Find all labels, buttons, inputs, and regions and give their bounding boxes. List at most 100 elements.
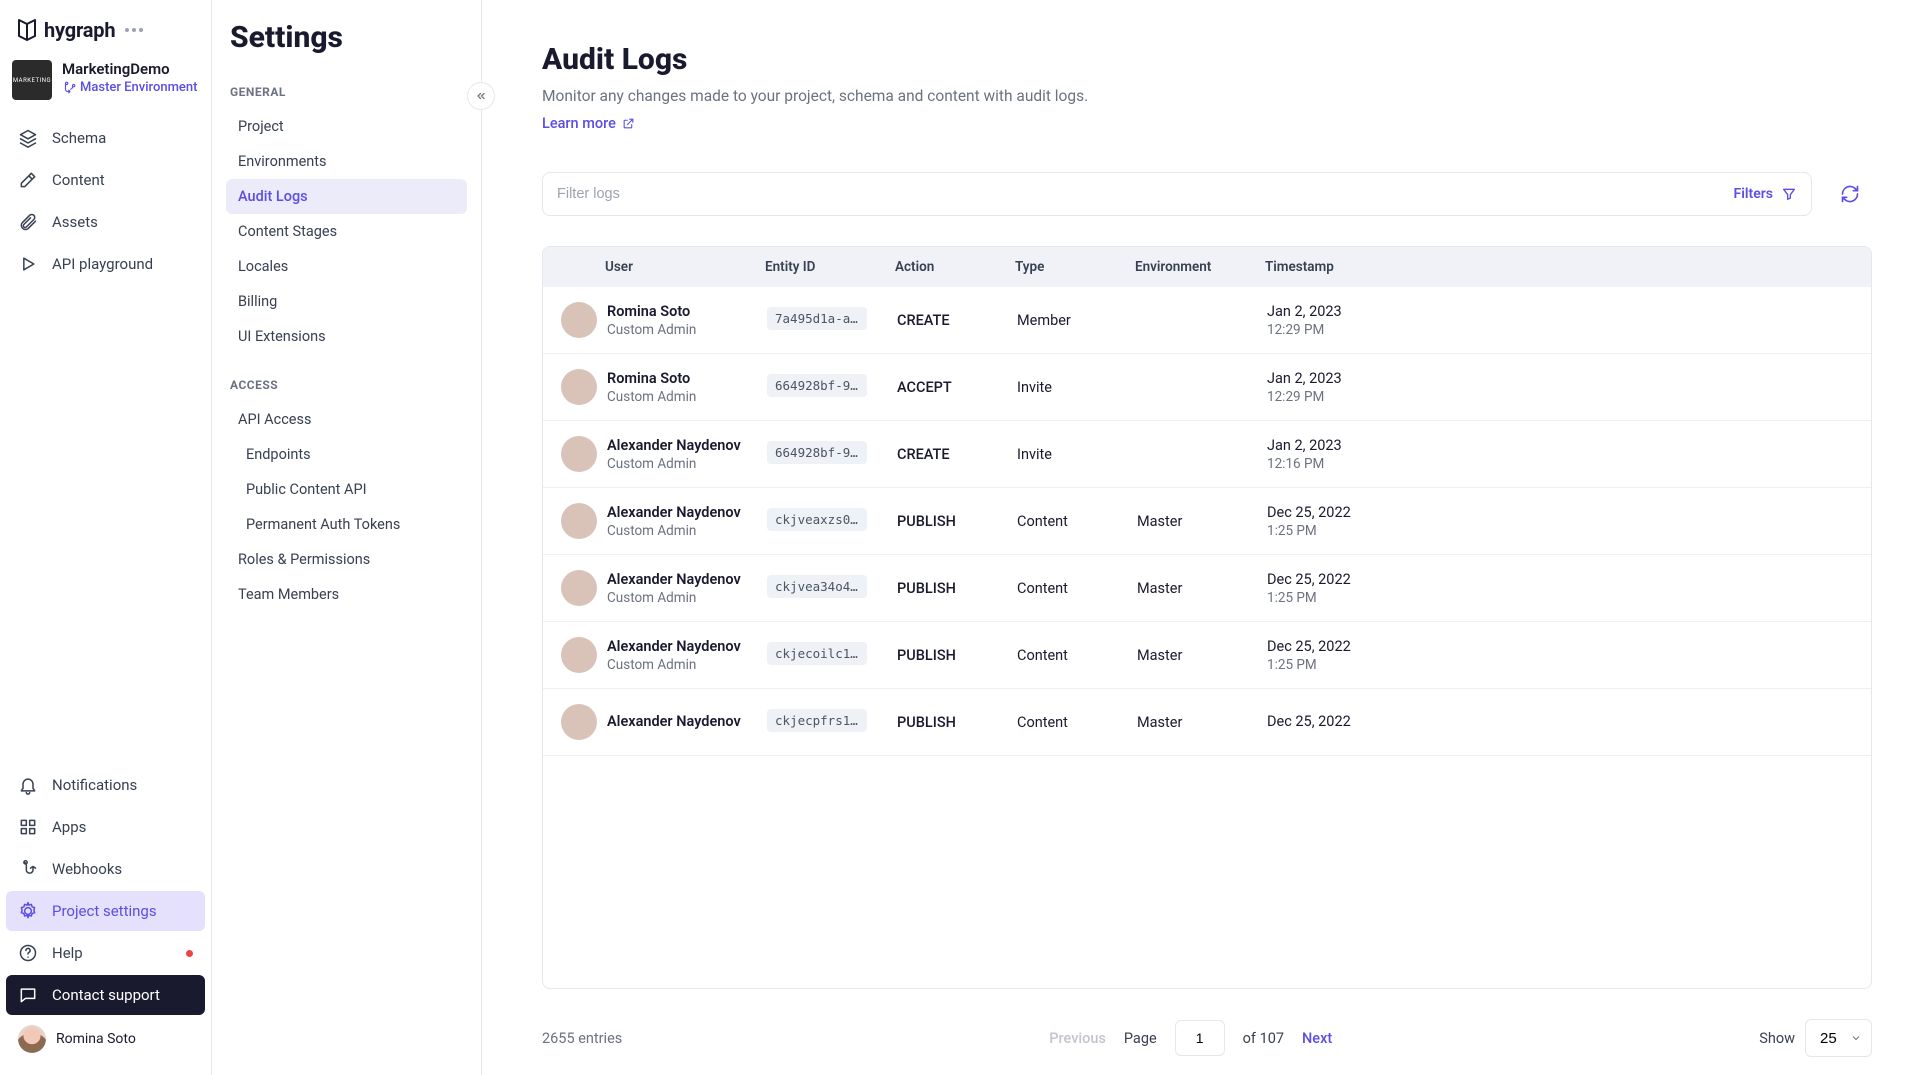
table-row[interactable]: Alexander Naydenov Custom Admin ckjvea34… [543, 555, 1871, 622]
settings-item-endpoints[interactable]: Endpoints [226, 437, 467, 472]
gear-icon [18, 901, 38, 921]
row-user-role: Custom Admin [607, 389, 767, 405]
sidebar-item-label: Assets [52, 213, 98, 231]
settings-item-api-access[interactable]: API Access [226, 402, 467, 437]
sidebar-item-assets[interactable]: Assets [6, 202, 205, 242]
settings-item-locales[interactable]: Locales [226, 249, 467, 284]
row-action: PUBLISH [897, 513, 1017, 530]
chat-icon [18, 985, 38, 1005]
sidebar-item-apps[interactable]: Apps [6, 807, 205, 847]
brand-name: hygraph [44, 18, 115, 42]
layers-icon [18, 128, 38, 148]
pagination: 2655 entries Previous Page of 107 Next S… [542, 1003, 1872, 1057]
row-type: Content [1017, 513, 1137, 530]
sidebar-item-api-playground[interactable]: API playground [6, 244, 205, 284]
page-input[interactable] [1175, 1020, 1225, 1056]
settings-item-project[interactable]: Project [226, 109, 467, 144]
project-switcher[interactable]: MARKETING MarketingDemo Master Environme… [6, 56, 205, 118]
sidebar-item-project-settings[interactable]: Project settings [6, 891, 205, 931]
row-type: Content [1017, 580, 1137, 597]
play-icon [18, 254, 38, 274]
user-avatar [561, 503, 597, 539]
sidebar-item-help[interactable]: Help [6, 933, 205, 973]
settings-item-roles-&-permissions[interactable]: Roles & Permissions [226, 542, 467, 577]
filter-logs-box: Filters [542, 172, 1812, 216]
brand-logo[interactable]: hygraph [16, 18, 115, 42]
row-environment: Master [1137, 714, 1267, 731]
sidebar-item-label: API playground [52, 255, 153, 273]
current-user[interactable]: Romina Soto [6, 1015, 205, 1063]
project-name: MarketingDemo [62, 60, 197, 78]
row-user-name: Romina Soto [607, 303, 767, 320]
settings-item-permanent-auth-tokens[interactable]: Permanent Auth Tokens [226, 507, 467, 542]
page-size-select[interactable]: 25 [1805, 1019, 1872, 1057]
show-label: Show [1759, 1030, 1795, 1047]
edit-icon [18, 170, 38, 190]
settings-item-ui-extensions[interactable]: UI Extensions [226, 319, 467, 354]
section-general-label: GENERAL [226, 79, 467, 109]
row-time: 12:29 PM [1267, 322, 1853, 338]
page-total: of 107 [1243, 1030, 1284, 1047]
settings-item-environments[interactable]: Environments [226, 144, 467, 179]
sidebar-item-contact-support[interactable]: Contact support [6, 975, 205, 1015]
sidebar-item-label: Webhooks [52, 860, 122, 878]
page-description: Monitor any changes made to your project… [542, 87, 1872, 105]
user-avatar [561, 704, 597, 740]
user-name: Romina Soto [56, 1031, 136, 1047]
entity-id: ckjvea34o4p… [767, 575, 867, 598]
settings-item-content-stages[interactable]: Content Stages [226, 214, 467, 249]
row-action: PUBLISH [897, 580, 1017, 597]
filters-button[interactable]: Filters [1734, 186, 1797, 202]
row-type: Content [1017, 647, 1137, 664]
th-entity: Entity ID [765, 259, 895, 275]
row-user-role: Custom Admin [607, 590, 767, 606]
learn-more-link[interactable]: Learn more [542, 115, 635, 132]
collapse-sidebar-button[interactable] [467, 82, 495, 110]
table-row[interactable]: Romina Soto Custom Admin 664928bf-98… AC… [543, 354, 1871, 421]
row-time: 1:25 PM [1267, 590, 1853, 606]
sidebar-item-schema[interactable]: Schema [6, 118, 205, 158]
sidebar-item-content[interactable]: Content [6, 160, 205, 200]
table-row[interactable]: Alexander Naydenov ckjecpfrs1qb… PUBLISH… [543, 689, 1871, 756]
row-user-role: Custom Admin [607, 523, 767, 539]
chat-icon [18, 985, 38, 1005]
grid-icon [18, 817, 38, 837]
entries-count: 2655 entries [542, 1030, 622, 1047]
row-date: Jan 2, 2023 [1267, 370, 1853, 387]
hygraph-icon [16, 18, 38, 42]
table-row[interactable]: Alexander Naydenov Custom Admin ckjecoil… [543, 622, 1871, 689]
help-icon [18, 943, 38, 963]
project-environment[interactable]: Master Environment [62, 80, 197, 95]
previous-button[interactable]: Previous [1049, 1030, 1106, 1047]
table-row[interactable]: Alexander Naydenov Custom Admin ckjveaxz… [543, 488, 1871, 555]
row-environment: Master [1137, 647, 1267, 664]
entity-id: 7a495d1a-a7… [767, 307, 867, 330]
chevrons-left-icon [475, 90, 487, 102]
refresh-button[interactable] [1828, 172, 1872, 216]
table-row[interactable]: Romina Soto Custom Admin 7a495d1a-a7… CR… [543, 287, 1871, 354]
sidebar-item-webhooks[interactable]: Webhooks [6, 849, 205, 889]
settings-item-audit-logs[interactable]: Audit Logs [226, 179, 467, 214]
sidebar-primary: hygraph MARKETING MarketingDemo Master E… [0, 0, 212, 1075]
row-user-role: Custom Admin [607, 322, 767, 338]
paperclip-icon [18, 212, 38, 232]
settings-item-team-members[interactable]: Team Members [226, 577, 467, 612]
next-button[interactable]: Next [1302, 1030, 1332, 1047]
logo-row: hygraph [6, 12, 205, 56]
hook-icon [18, 859, 38, 879]
entity-id: 664928bf-98… [767, 441, 867, 464]
project-thumbnail: MARKETING [12, 60, 52, 100]
edit-icon [18, 170, 38, 190]
user-avatar [561, 436, 597, 472]
sidebar-item-notifications[interactable]: Notifications [6, 765, 205, 805]
th-action: Action [895, 259, 1015, 275]
settings-item-billing[interactable]: Billing [226, 284, 467, 319]
row-time: 12:16 PM [1267, 456, 1853, 472]
user-avatar [561, 570, 597, 606]
th-ts: Timestamp [1265, 259, 1853, 275]
row-time: 12:29 PM [1267, 389, 1853, 405]
settings-item-public-content-api[interactable]: Public Content API [226, 472, 467, 507]
table-row[interactable]: Alexander Naydenov Custom Admin 664928bf… [543, 421, 1871, 488]
filter-input[interactable] [557, 186, 1734, 202]
more-icon[interactable] [125, 28, 143, 32]
